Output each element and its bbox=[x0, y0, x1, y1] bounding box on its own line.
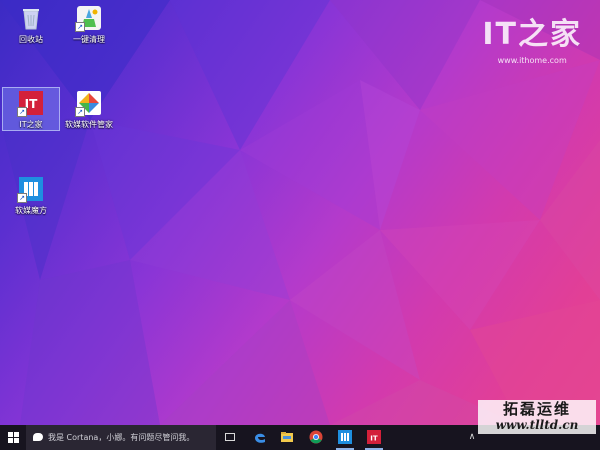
chrome-icon bbox=[309, 430, 323, 444]
watermark-url: www.ithome.com bbox=[497, 56, 567, 65]
taskbar-app-file-explorer[interactable] bbox=[275, 425, 299, 450]
ithome-app-icon: IT ↗ bbox=[17, 90, 44, 117]
icon-label: 回收站 bbox=[19, 35, 43, 44]
icon-label: 一键清理 bbox=[73, 35, 105, 44]
cube-app-icon: ↗ bbox=[17, 176, 44, 203]
icon-label: IT之家 bbox=[19, 120, 43, 129]
svg-text:IT: IT bbox=[370, 435, 378, 443]
task-view-button[interactable] bbox=[220, 425, 240, 450]
cortana-search-box[interactable]: 我是 Cortana，小娜。有问题尽管问我。 bbox=[26, 425, 216, 450]
ithome-icon: IT bbox=[367, 430, 381, 444]
software-manager-icon: ↗ bbox=[75, 90, 102, 117]
show-hidden-icons-chevron-up-icon[interactable]: ∧ bbox=[466, 425, 478, 450]
shortcut-arrow-icon: ↗ bbox=[17, 107, 27, 117]
cortana-speech-icon bbox=[33, 433, 43, 441]
start-button[interactable] bbox=[0, 425, 26, 450]
site-watermark: 拓磊运维 www.tlltd.cn bbox=[478, 400, 596, 434]
desktop-icon-one-click-clean[interactable]: ↗ 一键清理 bbox=[61, 5, 117, 45]
shortcut-arrow-icon: ↗ bbox=[75, 22, 85, 32]
watermark-logo: IT之家 bbox=[482, 17, 582, 52]
ruanmei-cube-icon bbox=[338, 430, 352, 444]
taskbar-app-ruanmei-cube[interactable] bbox=[333, 425, 357, 450]
watermark-title: 拓磊运维 bbox=[502, 400, 571, 418]
icon-label: 软媒软件管家 bbox=[65, 120, 113, 129]
desktop-icon-ruanmei-cube[interactable]: ↗ 软媒魔方 bbox=[3, 176, 59, 216]
taskbar-app-ithome[interactable]: IT bbox=[362, 425, 386, 450]
search-placeholder: 我是 Cortana，小娜。有问题尽管问我。 bbox=[48, 433, 195, 442]
taskbar-app-chrome[interactable] bbox=[304, 425, 328, 450]
desktop-icon-recycle-bin[interactable]: 回收站 bbox=[3, 5, 59, 45]
broom-clean-icon: ↗ bbox=[75, 5, 102, 32]
watermark-url: www.tlltd.cn bbox=[495, 418, 579, 432]
recycle-bin-icon bbox=[18, 5, 44, 31]
task-view-icon bbox=[225, 433, 235, 441]
desktop-icon-ruanmei-manager[interactable]: ↗ 软媒软件管家 bbox=[61, 90, 117, 130]
file-explorer-icon bbox=[281, 432, 293, 442]
taskbar-app-edge[interactable] bbox=[248, 425, 272, 450]
icon-label: 软媒魔方 bbox=[15, 206, 47, 215]
shortcut-arrow-icon: ↗ bbox=[75, 107, 85, 117]
ithome-watermark: IT之家 www.ithome.com bbox=[482, 17, 582, 66]
edge-icon bbox=[255, 433, 265, 443]
desktop-icon-ithome[interactable]: IT ↗ IT之家 bbox=[2, 87, 60, 131]
windows-logo-icon bbox=[8, 432, 19, 443]
desktop-wallpaper: 回收站 ↗ 一键清理 IT ↗ IT之家 ↗ 软媒软件管家 ↗ 软媒魔方 IT之… bbox=[0, 0, 600, 425]
shortcut-arrow-icon: ↗ bbox=[17, 193, 27, 203]
